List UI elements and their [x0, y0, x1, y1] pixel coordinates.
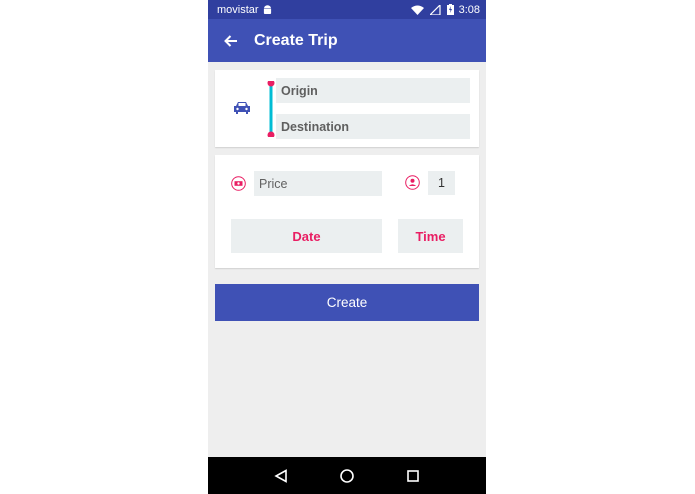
- nav-home-button[interactable]: [335, 464, 359, 488]
- date-button[interactable]: Date: [231, 219, 382, 253]
- nav-back-button[interactable]: [269, 464, 293, 488]
- status-bar: movistar 3:08: [208, 0, 486, 19]
- wifi-icon: [410, 5, 424, 15]
- arrow-back-icon: [224, 34, 237, 47]
- phone-screen: movistar 3:08 Create Trip Origin Destina…: [208, 0, 486, 494]
- time-button[interactable]: Time: [398, 219, 463, 253]
- home-circle-icon: [340, 468, 354, 483]
- money-icon: [231, 176, 246, 191]
- destination-input[interactable]: Destination: [276, 114, 470, 139]
- battery-charging-icon: [446, 4, 454, 15]
- seats-input[interactable]: 1: [428, 171, 455, 195]
- route-card: Origin Destination: [215, 70, 479, 147]
- no-signal-icon: [429, 4, 441, 15]
- create-button[interactable]: Create: [215, 284, 479, 321]
- android-icon: [263, 4, 271, 14]
- price-input[interactable]: Price: [254, 171, 382, 196]
- recents-square-icon: [407, 469, 419, 482]
- details-card: Price 1 Date Time: [215, 155, 479, 268]
- back-triangle-icon: [274, 468, 287, 483]
- navigation-bar: [208, 457, 486, 494]
- nav-recents-button[interactable]: [401, 464, 425, 488]
- back-button[interactable]: [220, 30, 242, 52]
- status-time: 3:08: [458, 3, 480, 16]
- carrier-name: movistar: [217, 3, 259, 16]
- app-bar: Create Trip: [208, 19, 486, 62]
- person-icon: [405, 175, 420, 190]
- car-icon: [234, 102, 250, 114]
- origin-input[interactable]: Origin: [276, 78, 470, 103]
- page-title: Create Trip: [254, 31, 338, 49]
